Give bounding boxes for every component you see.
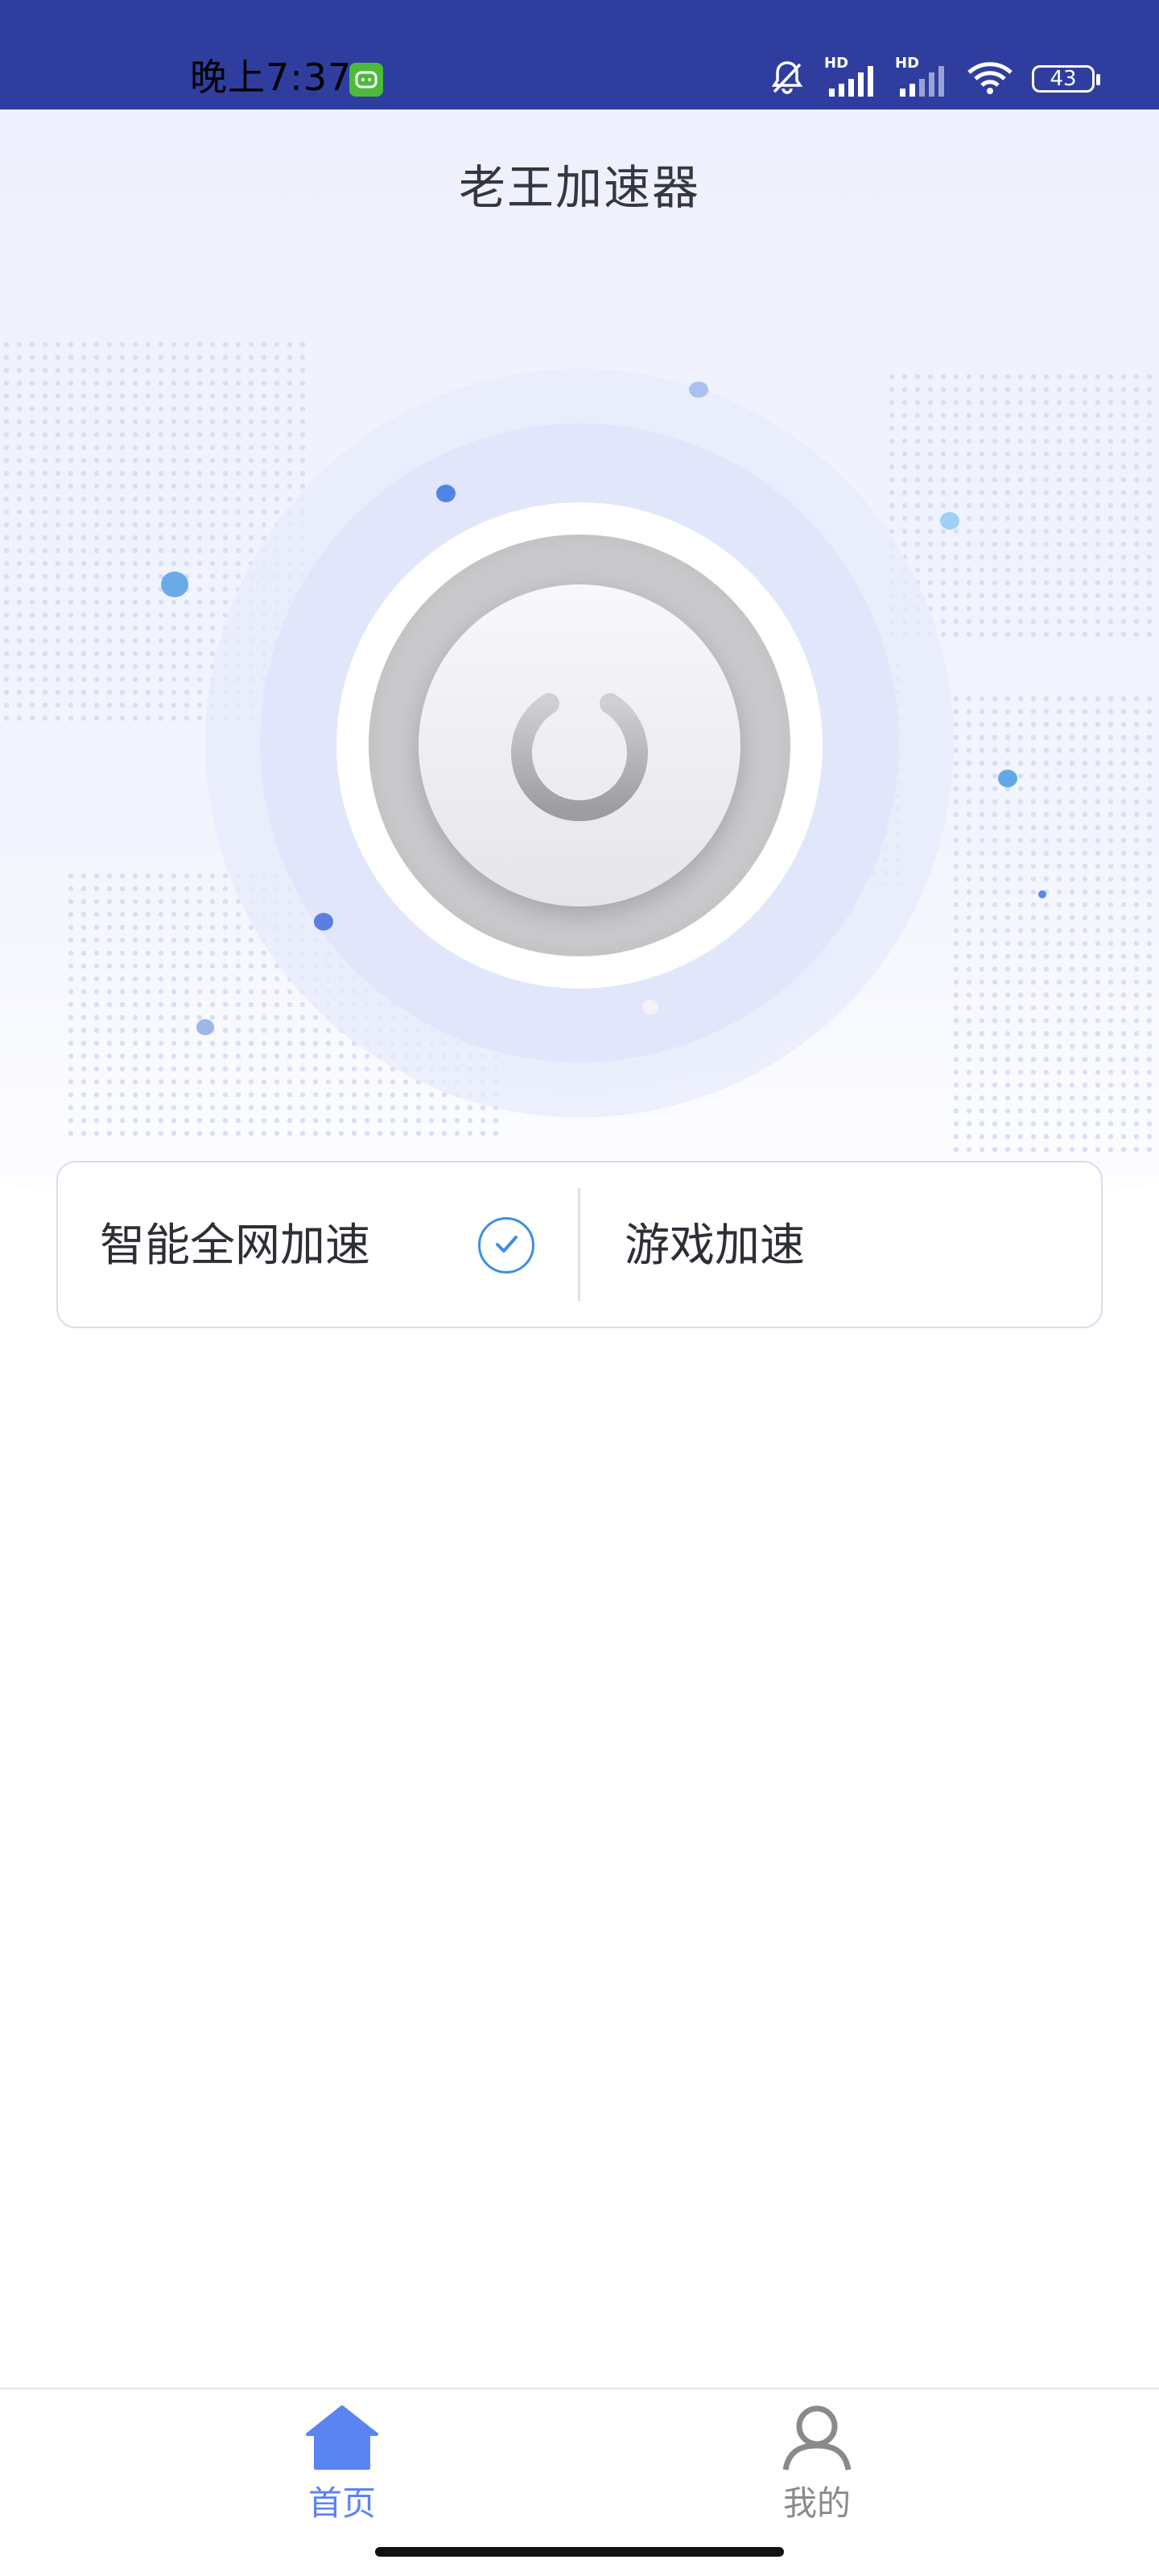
- decor-dot: [689, 382, 708, 398]
- power-icon: [499, 663, 660, 828]
- page-title: 老王加速器: [458, 160, 700, 215]
- nav-mine[interactable]: 我的: [765, 2404, 869, 2525]
- check-icon: [490, 1228, 522, 1263]
- decor-dot: [314, 913, 333, 931]
- decor-dot: [940, 512, 959, 530]
- decor-dot: [1038, 890, 1046, 898]
- mode-smart-check[interactable]: [478, 1217, 534, 1274]
- app-notification-icon: [349, 63, 383, 97]
- user-icon: [781, 2404, 853, 2475]
- decor-dot: [436, 485, 456, 502]
- signal-1-icon: HD: [824, 55, 877, 98]
- wifi-icon: [966, 58, 1014, 100]
- home-indicator[interactable]: [375, 2547, 784, 2557]
- status-time: 晚上7:37: [190, 56, 353, 99]
- hd-badge: HD: [824, 55, 849, 72]
- battery-icon: 43: [1032, 65, 1100, 93]
- mute-bell-icon: [768, 58, 806, 100]
- power-button[interactable]: [419, 584, 740, 906]
- signal-2-icon: HD: [895, 55, 948, 98]
- world-map-dots: [950, 692, 1159, 1159]
- decor-dot: [196, 1019, 214, 1035]
- hd-badge: HD: [895, 55, 920, 72]
- bottom-nav-divider: [0, 2388, 1159, 2389]
- decor-dot: [642, 1000, 658, 1014]
- nav-home-label: 首页: [307, 2483, 376, 2523]
- mode-game-label[interactable]: 游戏加速: [625, 1217, 805, 1275]
- decor-dot: [161, 572, 188, 597]
- home-icon: [306, 2404, 378, 2475]
- status-icons: HD HD 43: [768, 55, 1100, 101]
- decor-dot: [998, 770, 1017, 787]
- nav-home[interactable]: 首页: [290, 2404, 394, 2525]
- mode-smart-label[interactable]: 智能全网加速: [100, 1217, 370, 1275]
- nav-mine-label: 我的: [782, 2483, 851, 2523]
- mode-divider: [578, 1188, 580, 1301]
